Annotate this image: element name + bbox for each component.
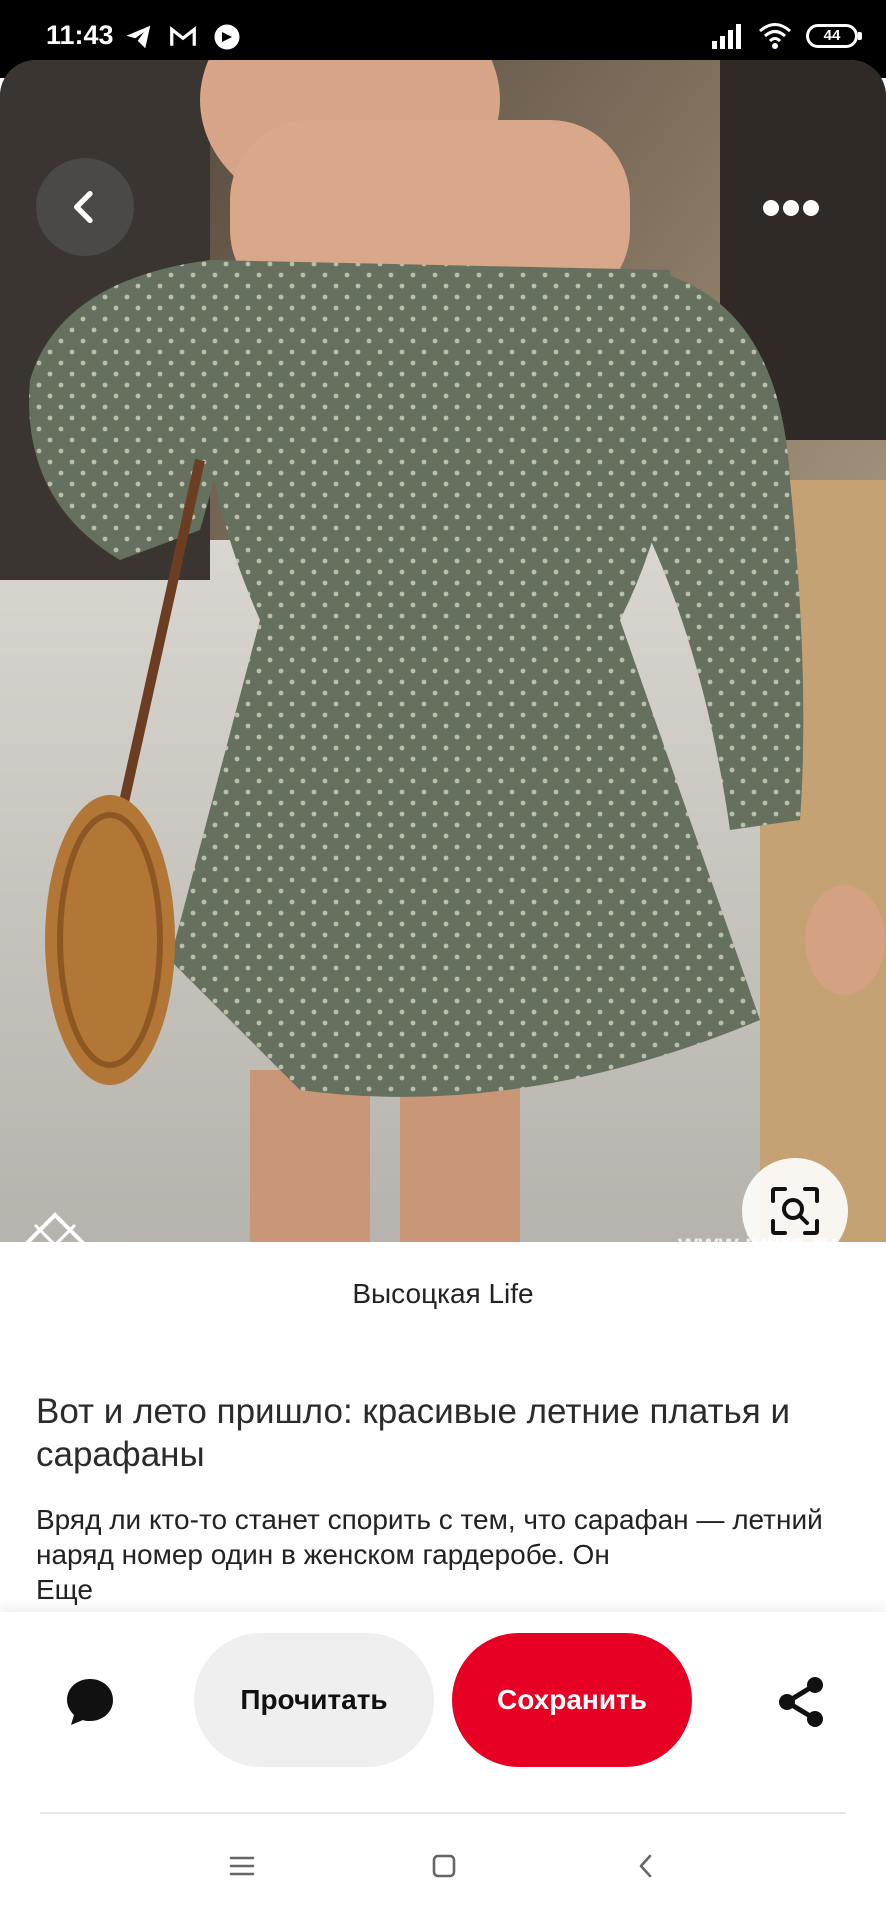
status-time: 11:43: [46, 20, 114, 50]
save-button[interactable]: Сохранить: [452, 1633, 692, 1767]
pin-description: Вряд ли кто-то станет спорить с тем, что…: [36, 1504, 823, 1570]
pin-image[interactable]: www.jvlife.ru: [0, 60, 886, 1242]
comment-button[interactable]: [60, 1672, 120, 1732]
gmail-icon: [170, 26, 196, 46]
telegram-icon: [126, 25, 151, 49]
watermark-logo: [25, 1212, 85, 1242]
share-icon: [779, 1677, 823, 1727]
pin-title: Вот и лето пришло: красивые летние плать…: [36, 1392, 791, 1474]
dress-photo: [0, 60, 886, 1242]
more-options-button[interactable]: [756, 178, 826, 238]
comment-icon: [67, 1679, 113, 1725]
more-link[interactable]: Еще: [36, 1574, 93, 1606]
back-icon: [639, 1854, 652, 1878]
read-button[interactable]: Прочитать: [194, 1633, 434, 1767]
home-button[interactable]: [424, 1846, 464, 1886]
action-bar: [0, 1612, 886, 1812]
wifi-icon: [759, 23, 791, 49]
system-nav-bar: [0, 1814, 886, 1920]
menu-button[interactable]: [222, 1846, 262, 1886]
home-icon: [432, 1854, 456, 1878]
signal-icon: [712, 24, 741, 49]
back-button[interactable]: [36, 158, 134, 256]
lens-search-icon: [771, 1187, 819, 1235]
pin-source[interactable]: Высоцкая Life: [0, 1278, 886, 1310]
share-button[interactable]: [772, 1672, 832, 1732]
app-notification-icon: [214, 24, 240, 50]
menu-icon: [229, 1856, 255, 1876]
battery-icon: 44: [806, 24, 862, 48]
chevron-left-icon: [74, 191, 93, 223]
system-back-button[interactable]: [626, 1846, 666, 1886]
more-icon: [763, 200, 819, 216]
